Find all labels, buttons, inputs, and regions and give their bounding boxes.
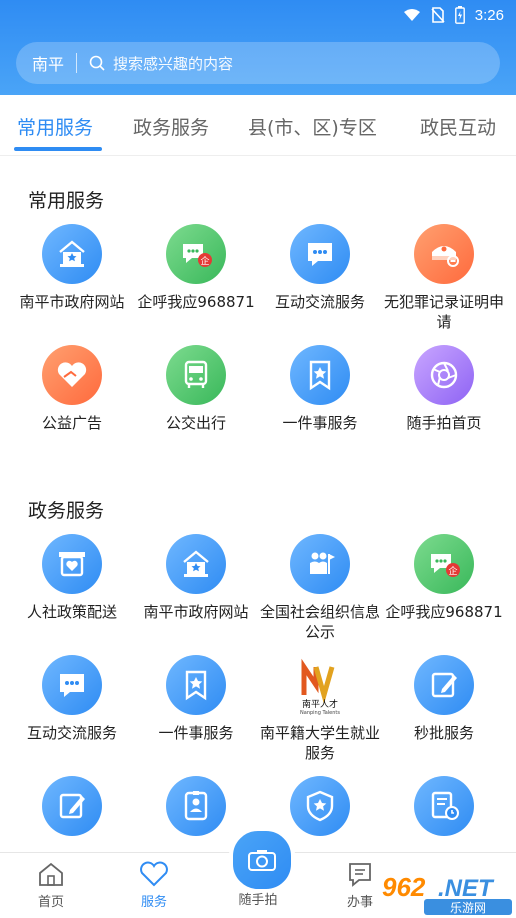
star-bookmark-icon — [166, 655, 226, 715]
nav-quick-photo-label: 随手拍 — [238, 893, 278, 908]
camera-icon — [248, 850, 276, 871]
section-title-common: 常用服务 — [28, 190, 105, 212]
search-input[interactable]: 搜索感兴趣的内容 — [113, 53, 233, 74]
tab-government-services[interactable]: 政务服务 — [133, 113, 209, 140]
search-bar[interactable]: 南平 搜索感兴趣的内容 — [16, 42, 500, 84]
service-item[interactable]: 南平市政府网站 — [10, 224, 134, 312]
search-divider — [76, 53, 78, 73]
service-item[interactable]: 南平人才 Nanping Talents 南平籍大学生就业服务 — [258, 655, 382, 763]
watermark-logo: 962 .NET 乐游网 — [376, 868, 516, 917]
tab-county-zone[interactable]: 县(市、区)专区 — [248, 113, 377, 140]
no-sim-icon — [431, 7, 445, 23]
service-item-label: 公益广告 — [41, 414, 102, 432]
service-item-label: 全国社会组织信息公示 — [259, 603, 380, 641]
nav-home-label: 首页 — [37, 895, 64, 910]
nav-home[interactable]: 首页 — [11, 853, 91, 910]
government-house-icon — [42, 224, 102, 284]
svg-text:企: 企 — [200, 255, 209, 267]
service-item-label: 一件事服务 — [282, 414, 358, 432]
document-clock-icon — [414, 776, 474, 836]
category-tabs: 常用服务 政务服务 县(市、区)专区 政民互动 — [0, 95, 516, 156]
service-item-label: 无犯罪记录证明申请 — [383, 293, 504, 331]
bus-icon — [166, 345, 226, 405]
service-item[interactable]: 企企呼我应968871 — [134, 224, 258, 312]
svg-text:Nanping Talents: Nanping Talents — [300, 710, 340, 715]
heart-icon — [140, 861, 168, 887]
service-item[interactable]: 随手拍首页 — [382, 345, 506, 433]
svg-text:962: 962 — [382, 872, 426, 902]
service-item-label: 企呼我应968871 — [137, 293, 255, 311]
service-item-label: 人社政策配送 — [26, 603, 117, 621]
service-item-label: 南平籍大学生就业服务 — [259, 724, 380, 762]
service-item[interactable]: 互动交流服务 — [258, 224, 382, 312]
status-bar: 3:26 — [403, 4, 504, 26]
service-item-label: 互动交流服务 — [274, 293, 365, 311]
service-item[interactable]: 互动交流服务 — [10, 655, 134, 743]
edit-note-icon — [414, 655, 474, 715]
active-tab-indicator — [14, 147, 102, 151]
svg-text:乐游网: 乐游网 — [450, 901, 486, 915]
chat-bubble-icon — [42, 655, 102, 715]
battery-icon — [454, 6, 465, 24]
service-item-label: 公交出行 — [165, 414, 226, 432]
service-item[interactable]: 秒批服务 — [382, 655, 506, 743]
status-time: 3:26 — [474, 6, 504, 24]
service-item-label: 企呼我应968871 — [385, 603, 503, 621]
search-icon — [89, 55, 105, 71]
service-item-label: 秒批服务 — [413, 724, 474, 742]
home-icon — [39, 862, 63, 886]
svg-text:南平人才: 南平人才 — [302, 698, 338, 710]
government-house-icon — [166, 534, 226, 594]
service-item[interactable] — [382, 776, 506, 844]
chat-bubble-icon — [290, 224, 350, 284]
service-item-label: 互动交流服务 — [26, 724, 117, 742]
edit-note-icon — [42, 776, 102, 836]
shield-star-icon — [290, 776, 350, 836]
service-item[interactable]: 全国社会组织信息公示 — [258, 534, 382, 642]
svg-text:企: 企 — [448, 565, 457, 577]
service-item[interactable]: 一件事服务 — [134, 655, 258, 743]
header: 3:26 南平 搜索感兴趣的内容 — [0, 0, 516, 95]
id-card-icon — [166, 776, 226, 836]
heart-hand-icon — [42, 345, 102, 405]
people-flag-icon — [290, 534, 350, 594]
wifi-icon — [403, 9, 420, 21]
chat-doc-icon — [349, 863, 371, 887]
nav-services-label: 服务 — [140, 895, 167, 910]
section-title-government: 政务服务 — [28, 500, 105, 522]
service-item-label: 随手拍首页 — [406, 414, 482, 432]
service-item-label: 南平市政府网站 — [19, 293, 125, 311]
tab-common-services[interactable]: 常用服务 — [17, 113, 93, 140]
nav-services[interactable]: 服务 — [114, 853, 194, 910]
service-item[interactable]: 南平市政府网站 — [134, 534, 258, 622]
service-item[interactable] — [10, 776, 134, 844]
service-item[interactable]: 无犯罪记录证明申请 — [382, 224, 506, 332]
nanping-talent-logo: 南平人才 Nanping Talents — [290, 655, 350, 715]
enterprise-chat-icon: 企 — [414, 534, 474, 594]
svg-text:.NET: .NET — [438, 875, 495, 902]
city-selector[interactable]: 南平 — [16, 51, 64, 75]
service-item[interactable]: 企企呼我应968871 — [382, 534, 506, 622]
service-item[interactable]: 公益广告 — [10, 345, 134, 433]
tab-public-interaction[interactable]: 政民互动 — [420, 113, 496, 140]
social-security-icon — [42, 534, 102, 594]
star-bookmark-icon — [290, 345, 350, 405]
service-item[interactable]: 人社政策配送 — [10, 534, 134, 622]
service-item[interactable]: 公交出行 — [134, 345, 258, 433]
service-item-label: 南平市政府网站 — [143, 603, 249, 621]
service-item[interactable]: 一件事服务 — [258, 345, 382, 433]
nav-quick-photo[interactable]: 随手拍 — [218, 889, 298, 908]
enterprise-chat-icon: 企 — [166, 224, 226, 284]
camera-aperture-icon — [414, 345, 474, 405]
police-cap-icon — [414, 224, 474, 284]
service-item-label: 一件事服务 — [158, 724, 234, 742]
quick-photo-button[interactable] — [229, 827, 295, 893]
